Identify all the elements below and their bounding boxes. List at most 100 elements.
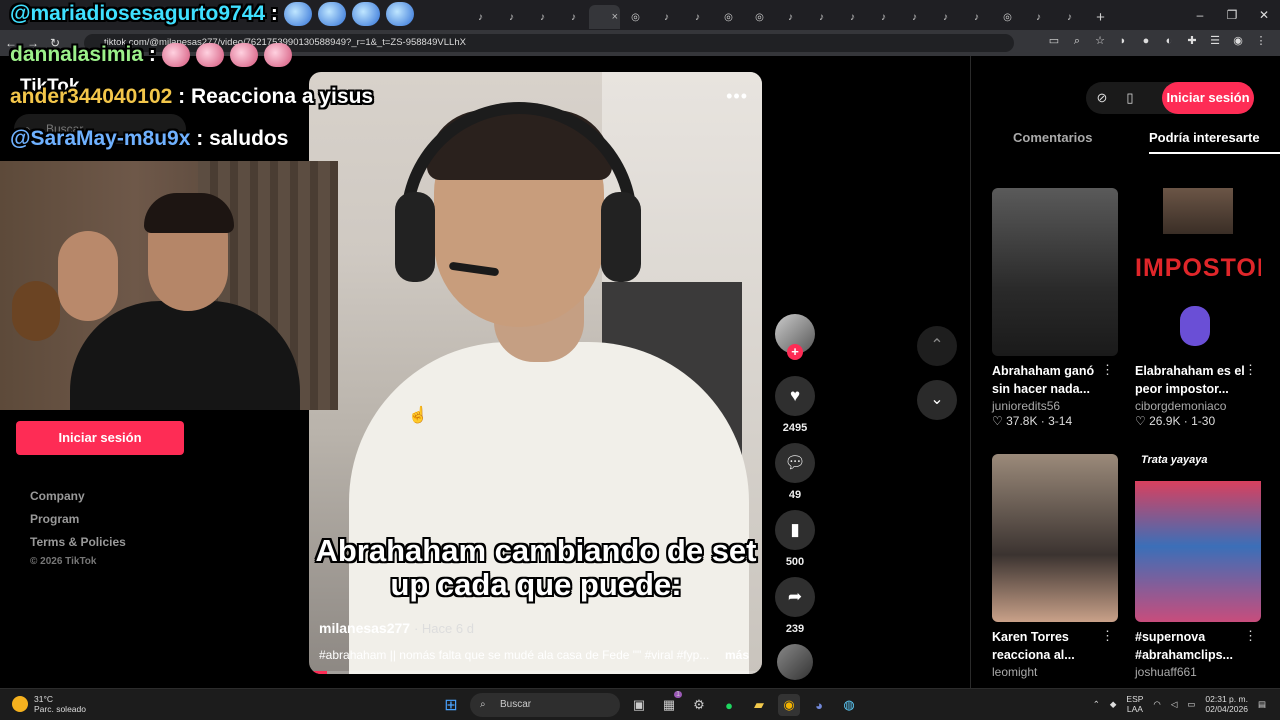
suggested-video-card[interactable]: ⋮ Abrahaham ganó sin hacer nada... junio… (992, 188, 1118, 428)
card-user[interactable]: joshuaff661 (1135, 665, 1261, 679)
tab-tiktok[interactable]: ♪ (930, 5, 961, 29)
suggested-video-card[interactable]: IMPOSTOR ⋮ Elabrahaham es el peor impost… (1135, 188, 1261, 428)
tab-suggestions[interactable]: Podría interesarte (1149, 130, 1260, 145)
tab-tiktok[interactable]: ♪ (806, 5, 837, 29)
card-title[interactable]: Karen Torres reacciona al... (992, 628, 1104, 664)
tab-tiktok[interactable]: ♪ (465, 5, 496, 29)
tab-tiktok[interactable]: ♪ (558, 5, 589, 29)
settings-icon[interactable]: ⚙ (688, 694, 710, 716)
close-window-icon[interactable]: ✕ (1248, 0, 1280, 30)
battery-icon[interactable]: ▭ (1187, 699, 1195, 710)
tab-tiktok[interactable]: ♪ (651, 5, 682, 29)
card-menu-icon[interactable]: ⋮ (1244, 628, 1257, 644)
task-view-icon[interactable]: ▣ (628, 694, 650, 716)
reading-list-icon[interactable]: ☰ (1208, 34, 1222, 48)
card-menu-icon[interactable]: ⋮ (1244, 362, 1257, 378)
profile-icon[interactable]: ◉ (1231, 34, 1245, 48)
video-thumbnail[interactable] (992, 188, 1118, 356)
tab-globe[interactable]: ◎ (620, 5, 651, 29)
login-button[interactable]: Iniciar sesión (16, 421, 184, 455)
card-title[interactable]: #supernova #abrahamclips... (1135, 628, 1247, 664)
tab-tiktok[interactable]: ♪ (868, 5, 899, 29)
video-player[interactable]: ••• Abrahaham cambiando de set up cada q… (309, 72, 762, 674)
footer-link-company[interactable]: Company (30, 489, 126, 503)
close-tab-icon[interactable]: × (612, 11, 618, 23)
puzzle-icon[interactable]: ✚ (1185, 34, 1199, 48)
language-indicator[interactable]: ESP LAA (1126, 694, 1143, 714)
tab-tiktok[interactable]: ♪ (775, 5, 806, 29)
video-progress-bar[interactable] (309, 671, 762, 674)
share-icon[interactable]: ➦ (775, 577, 815, 617)
comment-icon[interactable]: 💬︎ (775, 443, 815, 483)
bookmark-icon[interactable]: ▮ (775, 510, 815, 550)
volume-icon[interactable]: ◁ (1171, 699, 1178, 710)
header-login-button[interactable]: Iniciar sesión (1162, 82, 1254, 114)
suggested-video-card[interactable]: Trata yayaya ⋮ #supernova #abrahamclips.… (1135, 454, 1261, 679)
tab-tiktok[interactable]: ♪ (1054, 5, 1085, 29)
card-menu-icon[interactable]: ⋮ (1101, 628, 1114, 644)
compass-icon[interactable]: ⊘ (1090, 82, 1114, 114)
tab-globe[interactable]: ◎ (992, 5, 1023, 29)
card-title[interactable]: Abrahaham ganó sin hacer nada... (992, 362, 1104, 398)
tab-tiktok[interactable]: ♪ (1023, 5, 1054, 29)
extension-icon[interactable]: ● (1139, 34, 1153, 48)
tab-tiktok[interactable]: ♪ (682, 5, 713, 29)
card-user[interactable]: junioredits56 (992, 399, 1118, 413)
tab-tiktok[interactable]: ♪ (961, 5, 992, 29)
discord-icon[interactable]: ◕ (808, 694, 830, 716)
clock[interactable]: 02:31 p. m. 02/04/2026 (1205, 694, 1248, 714)
widgets-icon[interactable]: ▦ 1 (658, 691, 682, 716)
extension-icon[interactable]: ◐ (1162, 34, 1176, 48)
bookmark-star-icon[interactable]: ☆ (1093, 34, 1107, 48)
browser-app-icon[interactable]: ◍ (838, 694, 860, 716)
video-thumbnail[interactable]: Trata yayaya (1135, 454, 1261, 622)
taskbar-search[interactable]: ⌕ Buscar (470, 693, 620, 717)
tab-tiktok[interactable]: ♪ (496, 5, 527, 29)
tab-globe[interactable]: ◎ (744, 5, 775, 29)
zoom-icon[interactable]: ⌕ (1070, 34, 1084, 48)
tab-globe[interactable]: ◎ (713, 5, 744, 29)
card-user[interactable]: leomight (992, 665, 1118, 679)
tab-tiktok[interactable]: ♪ (837, 5, 868, 29)
like-action[interactable]: ♥ 2495 (775, 376, 815, 434)
card-title[interactable]: Elabrahaham es el peor impostor... (1135, 362, 1247, 398)
more-options-icon[interactable]: ••• (726, 86, 748, 107)
author-avatar[interactable]: + (775, 314, 815, 360)
phone-icon[interactable]: ▯ (1118, 82, 1142, 114)
new-tab-button[interactable]: + (1085, 5, 1116, 29)
tray-app-icon[interactable]: ◆ (1110, 699, 1117, 710)
previous-video-button[interactable]: ⌃ (917, 326, 957, 366)
tab-active[interactable]: × (589, 5, 620, 29)
video-thumbnail[interactable] (992, 454, 1118, 622)
restore-icon[interactable]: ❐ (1216, 0, 1248, 30)
footer-link-program[interactable]: Program (30, 512, 126, 526)
save-action[interactable]: ▮ 500 (775, 510, 815, 568)
footer-link-terms[interactable]: Terms & Policies (30, 535, 126, 549)
card-menu-icon[interactable]: ⋮ (1101, 362, 1114, 378)
comment-action[interactable]: 💬︎ 49 (775, 443, 815, 501)
video-thumbnail[interactable]: IMPOSTOR (1135, 188, 1261, 356)
tab-tiktok[interactable]: ♪ (527, 5, 558, 29)
weather-widget[interactable]: 31°C Parc. soleado (12, 694, 86, 714)
file-explorer-icon[interactable]: ▰ (748, 694, 770, 716)
share-action[interactable]: ➦ 239 (775, 577, 815, 635)
extension-icon[interactable]: ◗ (1116, 34, 1130, 48)
chrome-icon[interactable]: ◉ (778, 694, 800, 716)
spotify-icon[interactable]: ● (718, 694, 740, 716)
cast-icon[interactable]: ▭ (1047, 34, 1061, 48)
menu-icon[interactable]: ⋮ (1254, 34, 1268, 48)
music-disc-icon[interactable] (777, 644, 813, 680)
heart-icon[interactable]: ♥ (775, 376, 815, 416)
minimize-icon[interactable]: – (1184, 0, 1216, 30)
follow-plus-icon[interactable]: + (787, 344, 803, 360)
card-user[interactable]: ciborgdemoniaco (1135, 399, 1261, 413)
suggested-video-card[interactable]: ⋮ Karen Torres reacciona al... leomight (992, 454, 1118, 679)
windows-start-icon[interactable]: ⊞ (440, 694, 462, 716)
next-video-button[interactable]: ⌄ (917, 380, 957, 420)
tab-tiktok[interactable]: ♪ (899, 5, 930, 29)
more-button[interactable]: más (725, 648, 749, 662)
wifi-icon[interactable]: ◠ (1153, 699, 1160, 710)
chevron-up-icon[interactable]: ⌃ (1093, 699, 1100, 710)
tab-comments[interactable]: Comentarios (1013, 130, 1092, 145)
notifications-icon[interactable]: ▤ (1258, 699, 1266, 710)
